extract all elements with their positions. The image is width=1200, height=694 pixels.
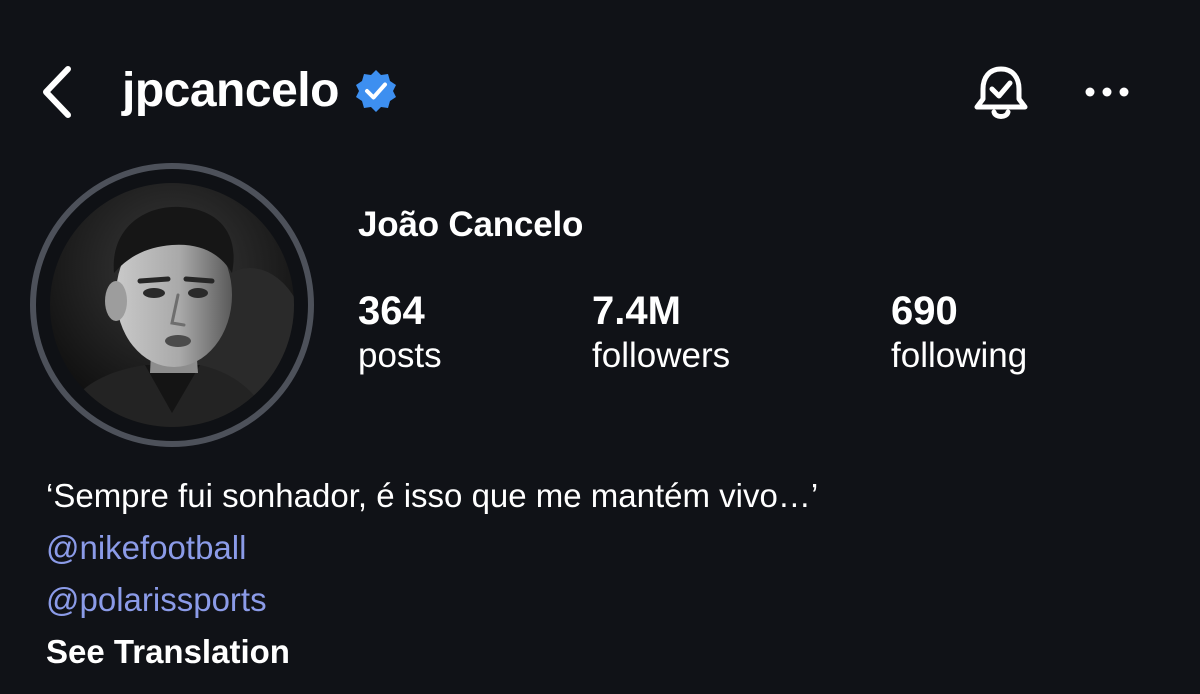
more-horizontal-icon xyxy=(1085,87,1129,97)
notifications-button[interactable] xyxy=(965,60,1037,128)
profile-screen: jpcancelo João Cancelo 364 posts 7.4M fo… xyxy=(0,0,1200,694)
profile-bio: ‘Sempre fui sonhador, é isso que me mant… xyxy=(46,470,1166,678)
following-count[interactable]: 690 following xyxy=(891,290,1027,379)
back-button[interactable] xyxy=(32,62,82,122)
chevron-left-icon xyxy=(43,66,71,118)
mention-link[interactable]: @polarissports xyxy=(46,574,1166,626)
following-value: 690 xyxy=(891,289,958,333)
followers-label: followers xyxy=(592,336,731,375)
display-name: João Cancelo xyxy=(358,205,584,244)
following-label: following xyxy=(891,336,1028,375)
posts-label: posts xyxy=(358,336,442,375)
followers-count[interactable]: 7.4M followers xyxy=(592,290,730,379)
followers-value: 7.4M xyxy=(592,289,681,333)
bell-check-icon xyxy=(974,66,1028,119)
more-options-button[interactable] xyxy=(1076,64,1138,120)
see-translation-button[interactable]: See Translation xyxy=(46,626,1166,678)
mention-link[interactable]: @nikefootball xyxy=(46,522,1166,574)
bio-quote: ‘Sempre fui sonhador, é isso que me mant… xyxy=(46,477,819,514)
username-row: jpcancelo xyxy=(122,58,399,124)
posts-count[interactable]: 364 posts xyxy=(358,290,442,379)
posts-value: 364 xyxy=(358,289,425,333)
username: jpcancelo xyxy=(122,64,339,117)
profile-avatar[interactable] xyxy=(30,163,314,447)
profile-header: jpcancelo xyxy=(0,0,1200,185)
avatar-photo xyxy=(50,183,294,427)
verified-badge-icon xyxy=(353,68,399,114)
